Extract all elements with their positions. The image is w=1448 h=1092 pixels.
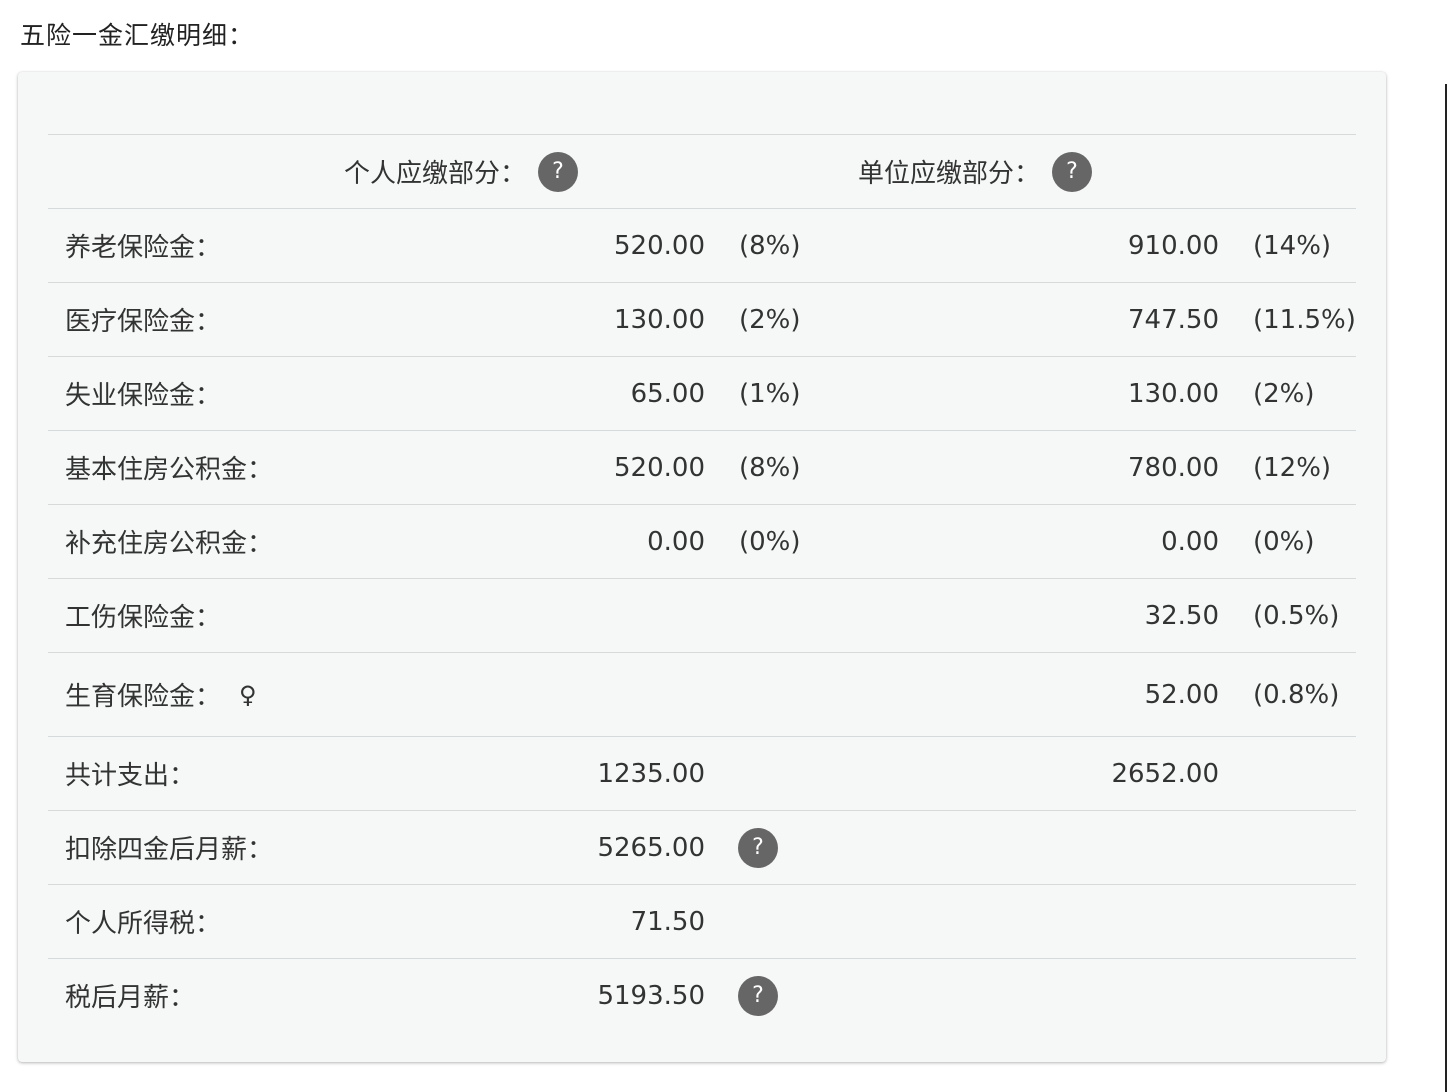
row-label-with-symbol: 生育保险金： ♀ — [65, 653, 257, 736]
company-amount: 130.00 — [1128, 378, 1219, 409]
row-label: 生育保险金： — [65, 682, 222, 712]
company-rate: (2%) — [1253, 378, 1315, 409]
personal-total: 1235.00 — [597, 758, 705, 789]
row-label: 共计支出： — [65, 761, 196, 791]
salary-help-icon[interactable]: ? — [738, 827, 778, 868]
row-label: 补充住房公积金： — [65, 529, 274, 559]
personal-header-label: 个人应缴部分： — [344, 159, 527, 189]
company-rate: (11.5%) — [1253, 304, 1356, 335]
row-label: 养老保险金： — [65, 233, 222, 263]
row-label: 税后月薪： — [65, 983, 196, 1013]
table-row-supplementary-housing-fund: 补充住房公积金： 0.00 (0%) 0.00 (0%) — [48, 505, 1356, 579]
company-rate: (0.8%) — [1253, 679, 1340, 710]
table-row-medical: 医疗保险金： 130.00 (2%) 747.50 (11.5%) — [48, 283, 1356, 357]
table-row-housing-fund: 基本住房公积金： 520.00 (8%) 780.00 (12%) — [48, 431, 1356, 505]
row-label: 个人所得税： — [65, 909, 222, 939]
company-rate: (14%) — [1253, 230, 1332, 261]
company-amount: 0.00 — [1161, 526, 1219, 557]
table-row-unemployment: 失业保险金： 65.00 (1%) 130.00 (2%) — [48, 357, 1356, 431]
help-cell: ? — [738, 959, 778, 1032]
income-tax-value: 71.50 — [630, 906, 705, 937]
personal-header: 个人应缴部分： ? — [344, 135, 579, 208]
row-label: 扣除四金后月薪： — [65, 835, 274, 865]
table-row-pension: 养老保险金： 520.00 (8%) 910.00 (14%) — [48, 209, 1356, 283]
company-amount: 910.00 — [1128, 230, 1219, 261]
table-row-maternity: 生育保险金： ♀ 52.00 (0.8%) — [48, 653, 1356, 737]
after-tax-value: 5193.50 — [597, 980, 705, 1011]
personal-rate: (2%) — [739, 304, 801, 335]
table-row-salary-after-deductions: 扣除四金后月薪： 5265.00 ? — [48, 811, 1356, 885]
personal-help-icon[interactable]: ? — [538, 151, 579, 192]
company-header-label: 单位应缴部分： — [858, 159, 1041, 189]
company-rate: (0%) — [1253, 526, 1315, 557]
personal-amount: 0.00 — [647, 526, 705, 557]
company-rate: (0.5%) — [1253, 600, 1340, 631]
company-amount: 747.50 — [1128, 304, 1219, 335]
personal-rate: (0%) — [739, 526, 801, 557]
salary-after-deductions-value: 5265.00 — [597, 832, 705, 863]
row-label: 基本住房公积金： — [65, 455, 274, 485]
company-help-icon[interactable]: ? — [1052, 151, 1093, 192]
personal-rate: (8%) — [739, 230, 801, 261]
personal-rate: (8%) — [739, 452, 801, 483]
table-row-income-tax: 个人所得税： 71.50 — [48, 885, 1356, 959]
page-title: 五险一金汇缴明细： — [20, 21, 255, 50]
row-label: 工伤保险金： — [65, 603, 222, 633]
right-edge-divider — [1445, 84, 1447, 1092]
table-row-after-tax: 税后月薪： 5193.50 ? — [48, 959, 1356, 1032]
company-header: 单位应缴部分： ? — [858, 135, 1093, 208]
company-amount: 32.50 — [1144, 600, 1219, 631]
personal-rate: (1%) — [739, 378, 801, 409]
table-row-total: 共计支出： 1235.00 2652.00 — [48, 737, 1356, 811]
company-amount: 780.00 — [1128, 452, 1219, 483]
company-total: 2652.00 — [1111, 758, 1219, 789]
table-row-work-injury: 工伤保险金： 32.50 (0.5%) — [48, 579, 1356, 653]
company-amount: 52.00 — [1144, 679, 1219, 710]
row-label: 医疗保险金： — [65, 307, 222, 337]
contribution-table: 个人应缴部分： ? 单位应缴部分： ? 养老保险金： 520.00 (8%) 9… — [48, 134, 1356, 1032]
personal-amount: 130.00 — [614, 304, 705, 335]
personal-amount: 520.00 — [614, 230, 705, 261]
personal-amount: 520.00 — [614, 452, 705, 483]
table-header-row: 个人应缴部分： ? 单位应缴部分： ? — [48, 135, 1356, 209]
female-icon: ♀ — [239, 680, 257, 709]
details-card: 个人应缴部分： ? 单位应缴部分： ? 养老保险金： 520.00 (8%) 9… — [18, 72, 1386, 1062]
row-label: 失业保险金： — [65, 381, 222, 411]
help-cell: ? — [738, 811, 778, 884]
after-tax-help-icon[interactable]: ? — [738, 975, 778, 1016]
company-rate: (12%) — [1253, 452, 1332, 483]
personal-amount: 65.00 — [630, 378, 705, 409]
